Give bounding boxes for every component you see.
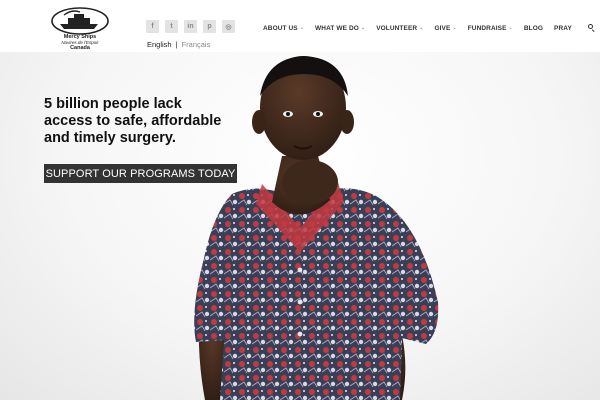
chevron-down-icon: ⌄ [452, 25, 457, 31]
language-switcher: English | Français [147, 40, 210, 49]
nav-item-fundraise[interactable]: FUNDRAISE ⌄ [468, 25, 513, 32]
site-header: Mercy Ships Navires de l'Espoir Canada f… [0, 0, 600, 52]
language-separator: | [175, 40, 178, 49]
language-french[interactable]: Français [182, 40, 211, 49]
main-nav: ABOUT US ⌄ WHAT WE DO ⌄ VOLUNTEER ⌄ GIVE ⌄ F… [263, 24, 596, 32]
nav-item-label: GIVE [434, 24, 451, 32]
chevron-down-icon: ⌄ [299, 25, 305, 31]
social-links: f t in p ◎ [146, 20, 238, 33]
instagram-icon[interactable]: ◎ [222, 20, 235, 33]
search-icon-handle [591, 28, 595, 32]
nav-item-what-we-do[interactable]: WHAT WE DO ⌄ [315, 25, 365, 32]
chevron-down-icon: ⌄ [419, 25, 424, 31]
linkedin-icon[interactable]: in [184, 20, 197, 33]
ship-logo-icon [51, 7, 109, 35]
nav-item-label: BLOG [523, 24, 544, 32]
logo-country: Canada [70, 45, 90, 51]
nav-item-label: PRAY [554, 24, 572, 32]
nav-item-label: WHAT WE DO [315, 24, 359, 32]
support-programs-button[interactable]: SUPPORT OUR PROGRAMS TODAY [44, 164, 237, 183]
nav-item-label: VOLUNTEER [376, 24, 418, 32]
chevron-down-icon: ⌄ [360, 25, 366, 31]
nav-item-give[interactable]: GIVE ⌄ [434, 25, 456, 32]
twitter-icon[interactable]: t [165, 20, 178, 33]
site-logo[interactable]: Mercy Ships Navires de l'Espoir Canada [48, 6, 112, 52]
search-icon[interactable] [587, 24, 596, 32]
facebook-icon[interactable]: f [146, 20, 159, 33]
hero-headline: 5 billion people lack access to safe, af… [44, 96, 222, 146]
nav-item-label: FUNDRAISE [467, 24, 507, 32]
nav-item-about-us[interactable]: ABOUT US ⌄ [263, 25, 304, 32]
nav-item-blog[interactable]: BLOG [524, 25, 543, 32]
chevron-down-icon: ⌄ [508, 25, 513, 31]
language-english[interactable]: English [147, 40, 172, 49]
nav-item-label: ABOUT US [263, 24, 298, 32]
nav-item-pray[interactable]: PRAY [554, 25, 572, 32]
hero-banner: 5 billion people lack access to safe, af… [0, 52, 600, 400]
nav-item-volunteer[interactable]: VOLUNTEER ⌄ [376, 25, 423, 32]
pinterest-icon[interactable]: p [203, 20, 216, 33]
